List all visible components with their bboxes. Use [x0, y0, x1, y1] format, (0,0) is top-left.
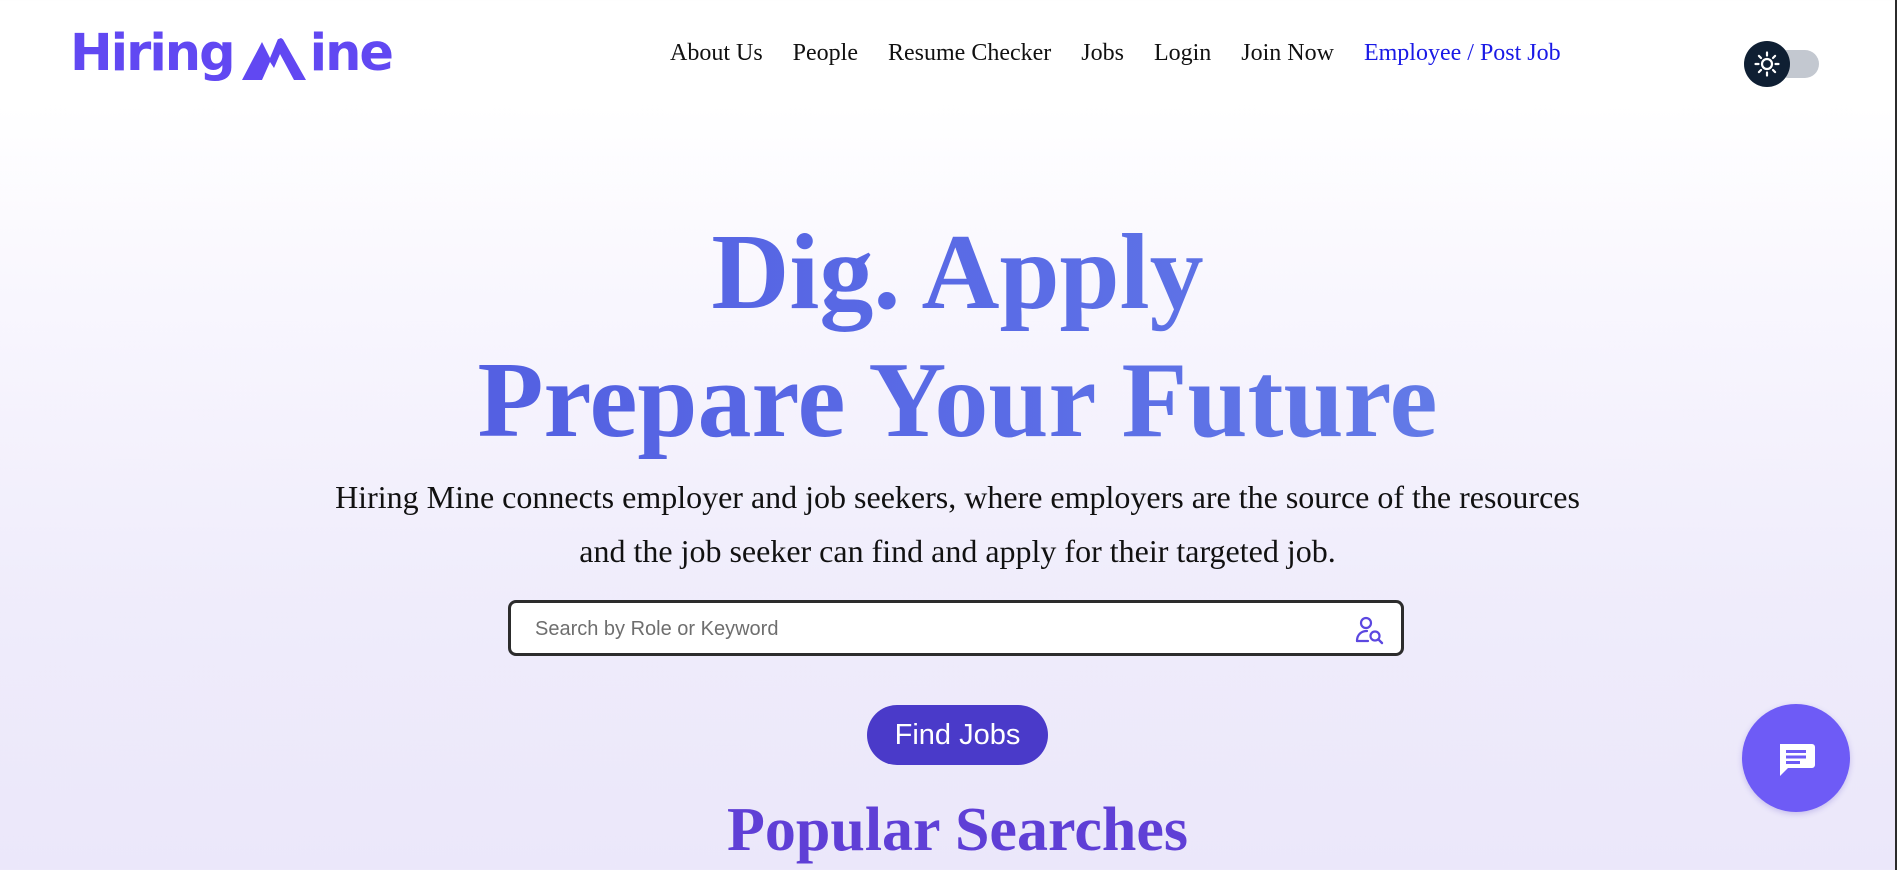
sun-icon	[1754, 51, 1780, 77]
hero-title-line1: Dig. Apply	[0, 209, 1897, 337]
theme-toggle-knob	[1744, 41, 1790, 87]
hero-description: Hiring Mine connects employer and job se…	[335, 479, 1580, 569]
nav-jobs[interactable]: Jobs	[1081, 40, 1124, 67]
theme-toggle[interactable]	[1744, 41, 1819, 87]
search-box	[508, 600, 1404, 656]
hero-title-line2: Prepare Your Future	[0, 337, 1897, 465]
find-jobs-button[interactable]: Find Jobs	[867, 705, 1048, 765]
nav-login[interactable]: Login	[1154, 40, 1211, 67]
nav-about-us[interactable]: About Us	[670, 40, 763, 67]
nav-people[interactable]: People	[793, 40, 858, 67]
user-search-icon[interactable]	[1354, 614, 1386, 646]
chat-icon	[1780, 744, 1815, 776]
logo-mountain-icon	[241, 34, 306, 80]
nav-join-now[interactable]: Join Now	[1241, 40, 1334, 67]
nav-resume-checker[interactable]: Resume Checker	[888, 40, 1051, 67]
logo-text-left: Hiring	[70, 23, 236, 83]
main-nav: About Us People Resume Checker Jobs Logi…	[670, 40, 1561, 67]
logo[interactable]: Hiring ine	[70, 22, 394, 84]
logo-text-right: ine	[309, 23, 394, 83]
chat-button[interactable]	[1742, 704, 1850, 812]
popular-searches-heading: Popular Searches	[726, 796, 1188, 864]
nav-employee-post-job[interactable]: Employee / Post Job	[1364, 40, 1561, 67]
search-input[interactable]	[533, 603, 1337, 655]
